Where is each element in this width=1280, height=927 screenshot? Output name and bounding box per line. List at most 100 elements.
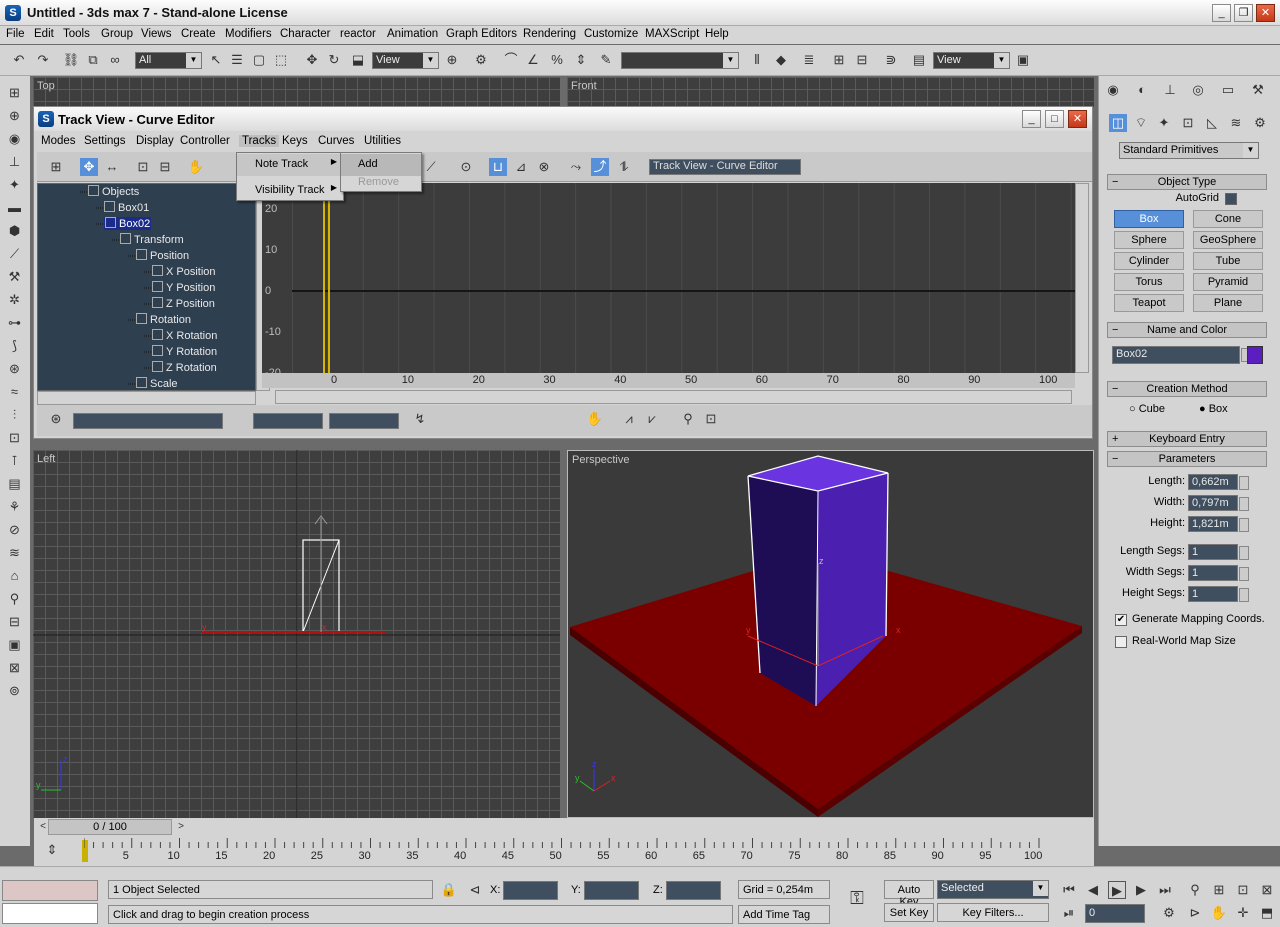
reactor-tool-icon[interactable]: ⊡ xyxy=(6,429,23,446)
menu-reactor[interactable]: reactor xyxy=(340,28,376,40)
named-selection-dropdown[interactable]: ▼ xyxy=(621,52,739,69)
undo-icon[interactable]: ↶ xyxy=(10,51,28,69)
tv-menu-controller[interactable]: Controller xyxy=(180,135,230,147)
param-value-field[interactable]: 1 xyxy=(1188,565,1249,581)
menu-character[interactable]: Character xyxy=(280,28,331,40)
time-config-icon[interactable]: ⚙ xyxy=(1160,904,1178,922)
menu-edit[interactable]: Edit xyxy=(34,28,54,40)
reactor-tool-icon[interactable]: ⊕ xyxy=(6,107,23,124)
pan-icon[interactable]: ✋ xyxy=(586,410,604,428)
object-name-field[interactable]: Box02 xyxy=(1112,346,1251,364)
reactor-tool-icon[interactable]: ⌂ xyxy=(6,567,23,584)
y-coordinate-field[interactable] xyxy=(584,881,639,900)
lock-tangents-icon[interactable]: ⊿ xyxy=(512,158,530,176)
reactor-tool-icon[interactable]: ⚲ xyxy=(6,590,23,607)
tree-item[interactable]: Position xyxy=(136,249,189,262)
spacewarps-icon[interactable]: ≋ xyxy=(1227,114,1245,132)
curve-h-scrollbar[interactable] xyxy=(275,390,1072,404)
radio-cube[interactable]: ○ Cube xyxy=(1129,403,1165,415)
object-color-swatch[interactable] xyxy=(1247,346,1263,364)
show-all-tangents-icon[interactable]: ⤴ xyxy=(591,158,609,176)
tv-menu-display[interactable]: Display xyxy=(136,135,174,147)
tv-minimize-icon[interactable]: _ xyxy=(1022,110,1041,128)
object-type-rollout[interactable]: − Object Type xyxy=(1107,174,1267,190)
param-value-field[interactable]: 0,797m xyxy=(1188,495,1249,511)
menu-group[interactable]: Group xyxy=(101,28,133,40)
filters-icon[interactable]: ⊞ xyxy=(47,158,65,176)
show-tangents-icon[interactable]: ⤳ xyxy=(567,158,585,176)
reactor-tool-icon[interactable]: ≋ xyxy=(6,544,23,561)
tree-item[interactable]: Box01 xyxy=(104,201,149,214)
utilities-tab-icon[interactable]: ⚒ xyxy=(1249,81,1267,99)
play-icon[interactable]: ▶ xyxy=(1108,881,1126,899)
lock-selection-icon[interactable]: ⊙ xyxy=(457,158,475,176)
mirror-icon[interactable]: ⫴ xyxy=(748,51,766,69)
create-tab-icon[interactable]: ◉ xyxy=(1104,81,1122,99)
tree-item[interactable]: Box02 xyxy=(104,217,152,230)
tv-menu-curves[interactable]: Curves xyxy=(318,135,354,147)
manipulate-icon[interactable]: ⚙ xyxy=(472,51,490,69)
arc-rotate-icon[interactable]: ✛ xyxy=(1234,904,1252,922)
tree-item[interactable]: X Rotation xyxy=(152,329,217,342)
primitive-teapot-button[interactable]: Teapot xyxy=(1114,294,1184,312)
render-scene-icon[interactable]: ▤ xyxy=(910,51,928,69)
close-icon[interactable]: ✕ xyxy=(1256,4,1275,22)
menu-views[interactable]: Views xyxy=(141,28,171,40)
keyboard-entry-rollout[interactable]: + Keyboard Entry xyxy=(1107,431,1267,447)
reactor-tool-icon[interactable]: ⊟ xyxy=(6,613,23,630)
menu-note-track[interactable]: Note Track xyxy=(237,154,343,176)
front-viewport-label[interactable]: Front xyxy=(571,80,597,92)
track-search-field[interactable] xyxy=(73,413,223,429)
menu-animation[interactable]: Animation xyxy=(387,28,438,40)
reactor-tool-icon[interactable]: ⊥ xyxy=(6,153,23,170)
reference-coord-dropdown[interactable]: View ▼ xyxy=(372,52,439,69)
x-coordinate-field[interactable] xyxy=(503,881,558,900)
reactor-tool-icon[interactable]: ◉ xyxy=(6,130,23,147)
unlink-icon[interactable]: ⧉ xyxy=(84,51,102,69)
reactor-tool-icon[interactable]: ▤ xyxy=(6,475,23,492)
radio-box[interactable]: ● Box xyxy=(1199,403,1228,415)
key-mode-dropdown[interactable]: Selected ▼ xyxy=(937,880,1049,899)
tree-item[interactable]: Objects xyxy=(88,185,139,198)
perspective-viewport[interactable]: Perspective z y x z y x xyxy=(567,450,1094,818)
maxscript-listener-white[interactable] xyxy=(2,903,98,924)
reactor-tool-icon[interactable]: ▬ xyxy=(6,199,23,216)
zoom-horizontal-extents-icon[interactable]: ⩘ xyxy=(620,410,638,428)
show-selected-key-stats-icon[interactable]: ↯ xyxy=(411,410,429,428)
primitive-tube-button[interactable]: Tube xyxy=(1193,252,1263,270)
key-filters-button[interactable]: Key Filters... xyxy=(937,903,1049,922)
menu-graph-editors[interactable]: Graph Editors xyxy=(446,28,517,40)
selection-filter-dropdown[interactable]: All ▼ xyxy=(135,52,202,69)
lights-icon[interactable]: ✦ xyxy=(1155,114,1173,132)
tree-item[interactable]: Rotation xyxy=(136,313,191,326)
zoom-all-icon[interactable]: ⊞ xyxy=(1210,881,1228,899)
go-to-start-icon[interactable]: ⏮ xyxy=(1060,881,1078,899)
top-viewport[interactable]: Top xyxy=(33,77,560,107)
real-world-checkbox[interactable] xyxy=(1115,636,1127,648)
menu-tools[interactable]: Tools xyxy=(63,28,90,40)
menu-help[interactable]: Help xyxy=(705,28,729,40)
primitive-box-button[interactable]: Box xyxy=(1114,210,1184,228)
modify-tab-icon[interactable]: ◐ xyxy=(1133,81,1151,99)
reactor-tool-icon[interactable]: ⊞ xyxy=(6,84,23,101)
autogrid-checkbox[interactable] xyxy=(1225,193,1237,205)
maxscript-listener-pink[interactable] xyxy=(2,880,98,901)
top-viewport-label[interactable]: Top xyxy=(37,80,55,92)
tv-menu-keys[interactable]: Keys xyxy=(282,135,308,147)
next-frame-icon[interactable]: ▶ xyxy=(1132,881,1150,899)
display-tab-icon[interactable]: ▭ xyxy=(1219,81,1237,99)
restore-icon[interactable]: ❐ xyxy=(1234,4,1253,22)
current-frame-field[interactable]: 0 xyxy=(1085,904,1145,923)
menu-create[interactable]: Create xyxy=(181,28,216,40)
reactor-tool-icon[interactable]: ⊚ xyxy=(6,682,23,699)
tree-item[interactable]: Y Position xyxy=(152,281,215,294)
snap-frames-icon[interactable]: ⊔ xyxy=(489,158,507,176)
shapes-icon[interactable]: ⌔ xyxy=(1132,114,1150,132)
previous-frame-icon[interactable]: ◀ xyxy=(1084,881,1102,899)
reactor-tool-icon[interactable]: ⟆ xyxy=(6,337,23,354)
add-time-tag[interactable]: Add Time Tag xyxy=(738,905,830,924)
slide-keys-icon[interactable]: ↔ xyxy=(103,158,121,176)
reactor-tool-icon[interactable]: ⊶ xyxy=(6,314,23,331)
move-icon[interactable]: ✥ xyxy=(303,51,321,69)
angle-snap-icon[interactable]: ∠ xyxy=(524,51,542,69)
